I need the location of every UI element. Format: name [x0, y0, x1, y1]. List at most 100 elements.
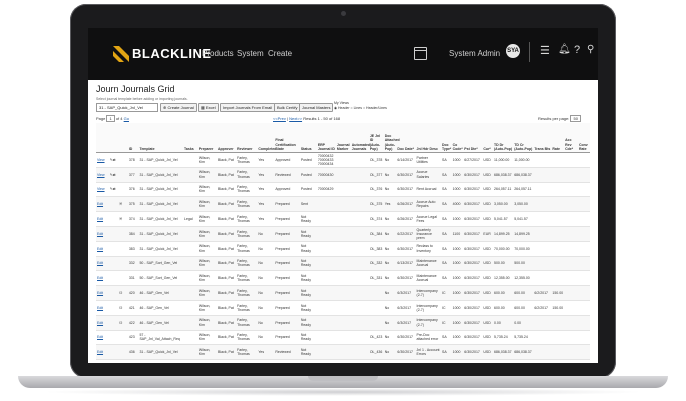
col-header[interactable]: Template — [138, 123, 184, 153]
view-link[interactable]: View — [97, 173, 105, 177]
view-radio-header-lines[interactable]: ○ Header/Lines — [363, 106, 387, 110]
cell-doc: No — [383, 285, 397, 301]
import-email-button[interactable]: Import Journals From Email — [220, 103, 276, 112]
col-header[interactable]: Doc Type* — [441, 123, 452, 153]
cell-auto — [350, 359, 369, 363]
cell-rate — [551, 196, 565, 213]
view-link[interactable]: View — [97, 187, 105, 191]
cell-id: 421 — [127, 300, 139, 316]
edit-link[interactable]: Edit — [97, 217, 103, 221]
edit-link[interactable]: Edit — [97, 291, 103, 295]
edit-link[interactable]: Edit — [97, 276, 103, 280]
edit-link[interactable]: Edit — [97, 306, 103, 310]
col-header[interactable] — [118, 123, 128, 153]
template-select[interactable]: 31 - SAP_Quick_JnI_Vel — [96, 103, 158, 112]
col-header[interactable]: Cur* — [482, 123, 494, 153]
cell-date: 6/30/2017 — [396, 270, 416, 287]
col-header[interactable]: JE Jnl ID (Auto-Pop) — [368, 123, 384, 153]
page-number-input[interactable]: 1 — [106, 115, 115, 122]
user-name[interactable]: System Admin — [449, 49, 500, 58]
help-icon[interactable]: ? — [574, 44, 580, 56]
cell-dtype: SA — [441, 182, 452, 198]
nav-system[interactable]: System — [237, 49, 264, 58]
cell-dr: 600.00 — [493, 285, 514, 301]
col-header[interactable]: TD Cr (Auto-Pop) — [513, 123, 534, 153]
col-header[interactable]: Automated Journals — [350, 123, 370, 153]
table-row[interactable]: Edit 44646 - SAP_Gen_Vel Wilson, KimBlack,… — [96, 359, 590, 363]
table-row[interactable]: View ✎⇄ 378 31 - SAP_Quick_Jnl_Vel Wilson, K… — [96, 152, 590, 168]
table-row[interactable]: Edit 332 50 - SAP_Sort_Gen_Vel Wilson, Kim B… — [96, 256, 590, 272]
create-journal-button[interactable]: ⊕ Create Journal — [160, 103, 197, 112]
search-icon[interactable]: ⚲ — [587, 44, 594, 55]
go-link[interactable]: Go — [124, 116, 129, 121]
cell-dtype: SA — [441, 226, 452, 242]
cell-tasks — [183, 344, 198, 361]
row-action-cell: Edit — [96, 315, 109, 331]
col-header[interactable]: Trans Bts — [533, 123, 552, 153]
cell-rate — [551, 256, 565, 272]
view-link[interactable]: View — [97, 158, 105, 162]
edit-link[interactable]: Edit — [97, 261, 103, 265]
cell-rate — [551, 241, 565, 257]
col-header[interactable]: Co Code* — [451, 123, 464, 153]
cell-approver: Black, Pat — [217, 167, 237, 183]
edit-link[interactable]: Edit — [97, 350, 103, 354]
table-row[interactable]: View ✎⇄ 377 31 - SAP_Quick_Jnl_Vel Wilson, K… — [96, 167, 590, 183]
table-row[interactable]: Edit 331 50 - SAP_Sort_Gen_Vel Wilson, Kim B… — [96, 270, 590, 287]
nav-create[interactable]: Create — [268, 49, 292, 58]
prev-link[interactable]: <<Prev — [273, 116, 286, 121]
calendar-icon[interactable] — [414, 47, 427, 60]
cell-acc — [564, 182, 578, 198]
edit-link[interactable]: Edit — [97, 247, 103, 251]
col-header[interactable]: Jnl Hdr Desc — [415, 123, 442, 153]
col-header[interactable]: Pst Dte* — [463, 123, 483, 153]
table-row[interactable]: Edit ⛁ 420 46 - SAP_Gen_Vel Wilson, Kim Black… — [96, 285, 590, 301]
cell-status: Not Ready — [299, 315, 317, 331]
rpp-select[interactable]: 50 — [570, 115, 581, 122]
table-row[interactable]: View ✎⇄ 376 31 - SAP_Quick_Jnl_Vel Wilson, K… — [96, 182, 590, 198]
col-header[interactable]: Completed — [257, 123, 276, 153]
avatar[interactable]: SYA — [506, 44, 520, 58]
cell-approver: Black, Pat — [217, 211, 237, 227]
edit-link[interactable]: Edit — [97, 335, 103, 339]
table-row[interactable]: Edit ⛁ 422 46 - SAP_Gen_Vel Wilson, Kim Black… — [96, 315, 590, 331]
col-header[interactable]: Status — [299, 123, 317, 153]
cell-erp: 70000430 — [316, 167, 336, 183]
col-header[interactable]: Rate — [551, 123, 565, 153]
edit-link[interactable]: Edit — [97, 202, 103, 206]
col-header[interactable]: Doc Attached (Auto-Pop) — [383, 123, 400, 153]
list-icon[interactable]: ☰ — [540, 44, 550, 57]
cell-erp — [316, 330, 336, 346]
col-header[interactable]: Journal Marker — [335, 123, 351, 153]
col-header[interactable]: Approver — [217, 123, 237, 153]
next-link[interactable]: Next>> — [289, 116, 302, 121]
view-radio-header[interactable]: ◉ Header — [334, 106, 350, 110]
col-header[interactable] — [108, 123, 119, 153]
col-header[interactable]: Acc Rev Cde* — [564, 123, 578, 153]
table-row[interactable]: Edit 436 31 - SAP_Quick_Jnl_Vel Wilson, Kim… — [96, 344, 590, 361]
table-row[interactable]: Edit 384 31 - SAP_Quick_Jnl_Vel Wilson, Kim… — [96, 226, 590, 242]
nav-products[interactable]: Products — [202, 49, 234, 58]
col-header[interactable]: Tasks — [183, 123, 198, 153]
table-row[interactable]: Edit 423 57 - SAP_Jnl_Val_Attach_Req Wilson… — [96, 330, 590, 346]
bulk-certify-button[interactable]: Bulk Certify — [274, 103, 301, 112]
table-row[interactable]: Edit 🗎 374 31 - SAP_Quick_Jnl_Vel Legal Wilso… — [96, 211, 590, 227]
journal-masters-button[interactable]: Journal Masters — [299, 103, 334, 112]
table-row[interactable]: Edit 🗎 375 31 - SAP_Quick_Jnl_Vel Wilson, Ki… — [96, 196, 590, 213]
col-header[interactable]: ERP Journal ID — [316, 123, 336, 153]
col-header[interactable]: Conv Rate — [577, 123, 590, 153]
col-header[interactable]: Preparer — [197, 123, 218, 153]
col-header[interactable]: Final Certification State — [274, 123, 300, 153]
edit-link[interactable]: Edit — [97, 232, 103, 236]
cell-cur: USD — [482, 359, 494, 363]
table-row[interactable]: Edit ⛁ 421 46 - SAP_Gen_Vel Wilson, Kim Black… — [96, 300, 590, 316]
cell-auto — [350, 256, 369, 272]
edit-link[interactable]: Edit — [97, 321, 103, 325]
col-header[interactable]: Reviewer — [236, 123, 258, 153]
view-radio-lines[interactable]: ○ Lines — [351, 106, 362, 110]
excel-button[interactable]: ▦ Excel — [198, 103, 219, 112]
col-header[interactable]: TD Dr (Auto-Pop) — [493, 123, 514, 153]
bell-icon[interactable]: 🔔︎ — [558, 44, 571, 55]
table-row[interactable]: Edit 383 31 - SAP_Quick_Jnl_Vel Wilson, Kim… — [96, 241, 590, 257]
col-header[interactable]: ID — [127, 123, 139, 153]
